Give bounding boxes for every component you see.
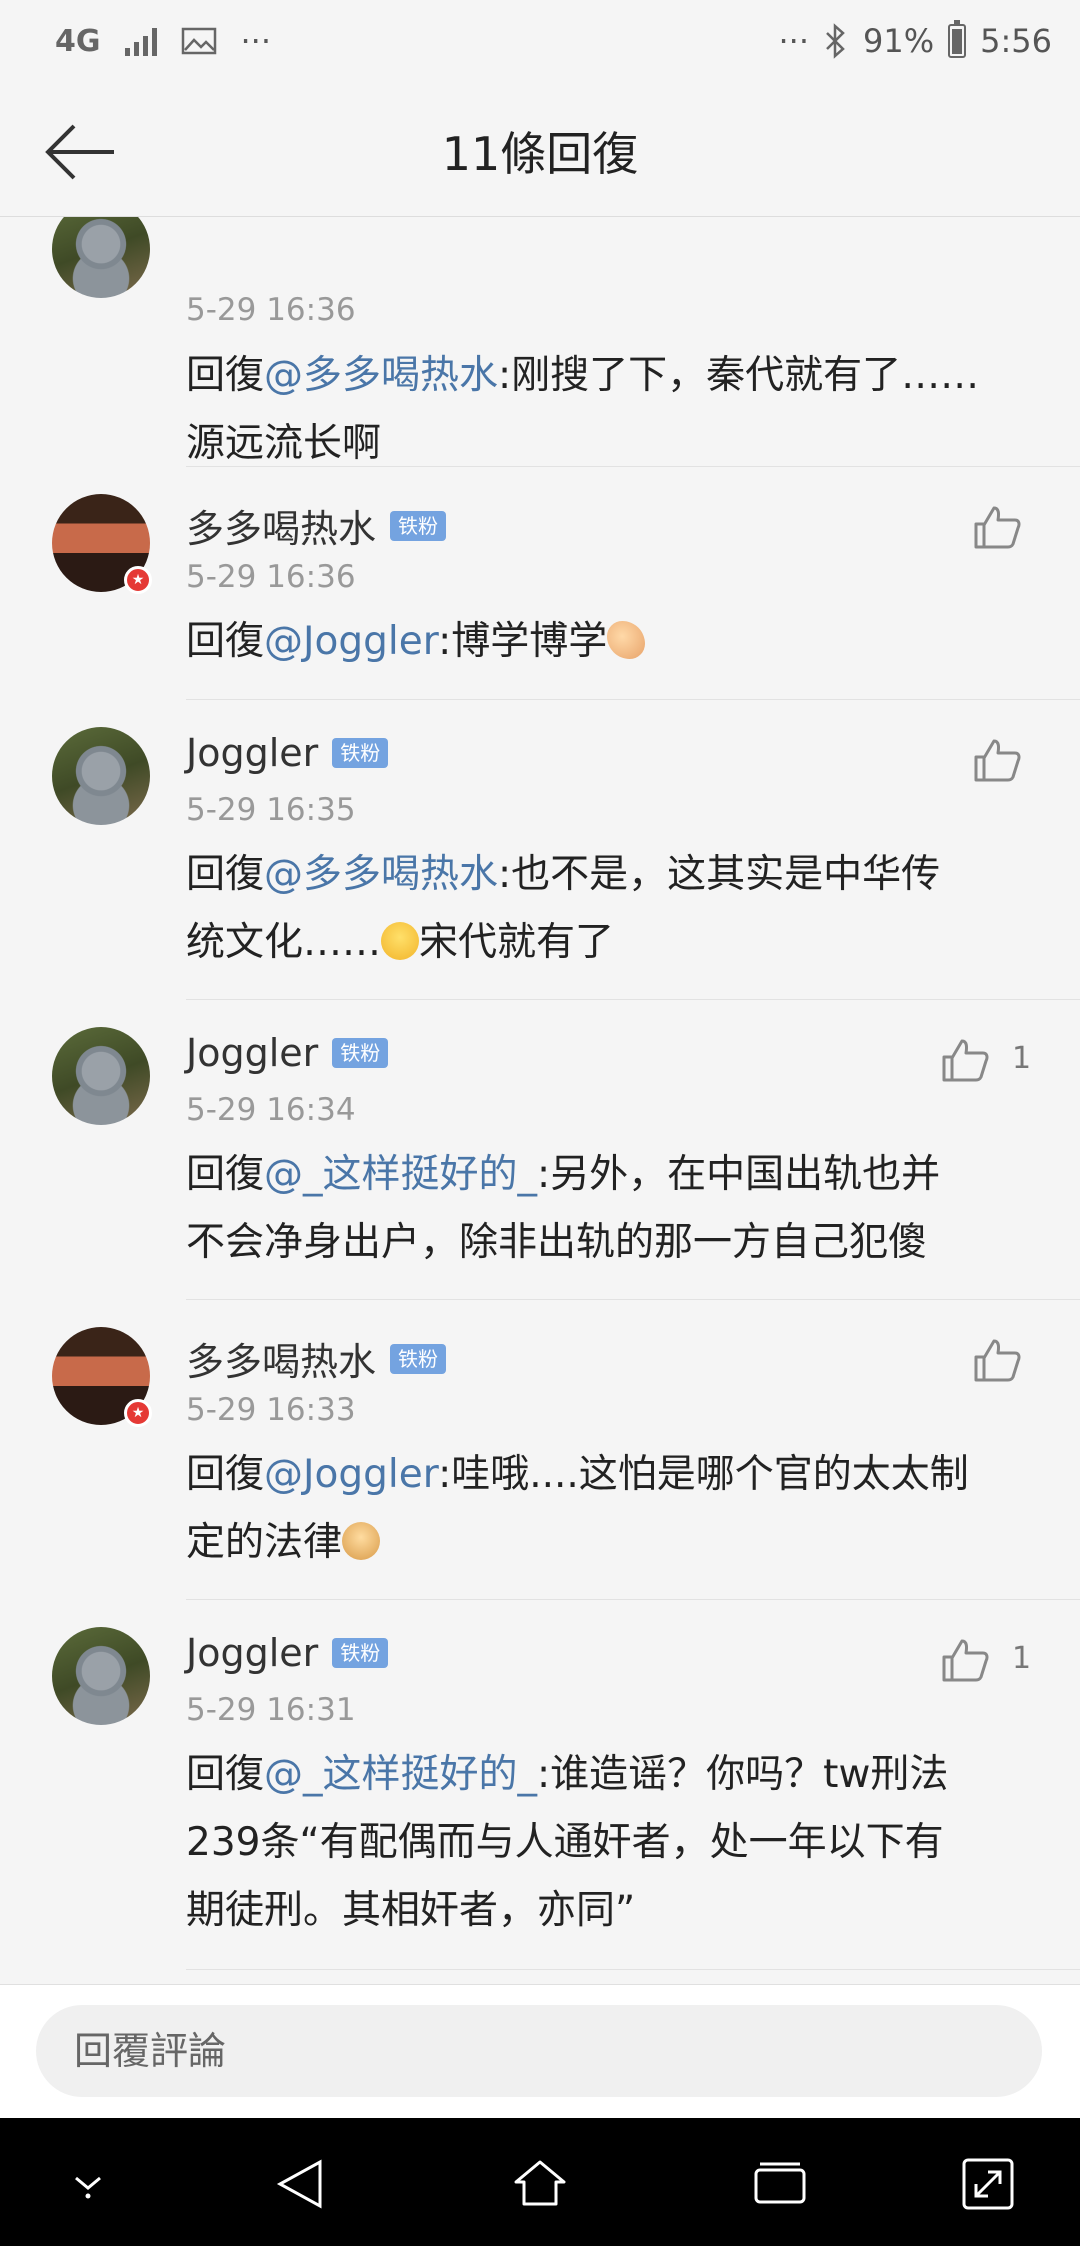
- list-item: ★ 多多喝热水 铁粉 5-29 16:36 回復@Joggler:博学博学: [0, 466, 1080, 700]
- battery-icon: [948, 20, 967, 58]
- doge-emoji-icon: [342, 1522, 381, 1560]
- comment-time: 5-29 16:36: [186, 292, 356, 328]
- list-item: Joggler 铁粉 5-29 16:35 回復@多多喝热水:也不是，这其实是中…: [0, 699, 1080, 1000]
- status-bar: 4G ··· ··· 91% 5:56: [0, 0, 1080, 90]
- reply-list[interactable]: 5-29 16:36 回復@多多喝热水:刚搜了下，秦代就有了…… 源远流长啊 ★…: [0, 216, 1080, 1984]
- comment-author-row: Joggler 铁粉: [186, 1631, 389, 1675]
- signal-icon: [124, 26, 157, 56]
- mention-link[interactable]: @_这样挺好的_: [264, 1152, 537, 1197]
- comment-body-cont: 期徒刑。其相奸者，亦同”: [186, 1888, 636, 1933]
- back-triangle-icon[interactable]: [270, 2154, 330, 2214]
- comment-author[interactable]: Joggler: [186, 1631, 318, 1675]
- comment-body-cont: 统文化……: [186, 920, 382, 965]
- list-item: 5-29 16:36 回復@多多喝热水:刚搜了下，秦代就有了…… 源远流长啊: [0, 216, 1080, 467]
- fan-badge: 铁粉: [332, 1038, 389, 1068]
- mention-link[interactable]: @_这样挺好的_: [264, 1752, 537, 1797]
- mention-link[interactable]: @多多喝热水: [264, 353, 498, 398]
- reply-bar: 回覆評論: [0, 1984, 1080, 2119]
- reply-prefix: 回復: [186, 1752, 265, 1797]
- recents-icon[interactable]: [750, 2154, 810, 2214]
- fan-badge: 铁粉: [390, 510, 447, 541]
- like-count: 1: [1012, 1041, 1032, 1076]
- comment-body-cont: 不会净身出户，除非出轨的那一方自己犯傻: [186, 1220, 928, 1265]
- thumbs-up-icon[interactable]: [972, 504, 1022, 550]
- thumbs-up-icon[interactable]: [940, 1637, 990, 1683]
- comment-author-row: 多多喝热水 铁粉: [186, 498, 447, 553]
- comment-body: :谁造谣？你吗？tw刑法: [537, 1752, 949, 1797]
- avatar[interactable]: [52, 1027, 150, 1125]
- clock: 5:56: [980, 22, 1052, 60]
- home-icon[interactable]: [510, 2154, 570, 2214]
- avatar[interactable]: [52, 727, 150, 825]
- mention-link[interactable]: @Joggler: [264, 1452, 438, 1497]
- avatar[interactable]: ★: [52, 1327, 152, 1427]
- avatar[interactable]: [52, 216, 150, 298]
- comment-body-cont: 宋代就有了: [419, 920, 615, 965]
- divider: [186, 1969, 1080, 1970]
- comment-time: 5-29 16:34: [186, 1092, 356, 1128]
- reply-prefix: 回復: [186, 852, 265, 897]
- list-item: ★ 多多喝热水 铁粉 5-29 16:33 回復@Joggler:哇哦....这…: [0, 1299, 1080, 1600]
- mention-link[interactable]: @Joggler: [264, 619, 438, 664]
- thumbs-up-icon[interactable]: [972, 1337, 1022, 1383]
- comment-time: 5-29 16:33: [186, 1392, 356, 1428]
- comment-author[interactable]: 多多喝热水: [186, 1331, 376, 1386]
- clap-emoji-icon: [607, 621, 646, 659]
- fan-badge: 铁粉: [332, 1638, 389, 1668]
- verified-badge-icon: ★: [124, 1399, 152, 1427]
- comment-author[interactable]: 多多喝热水: [186, 498, 376, 553]
- battery-percent: 91%: [863, 22, 935, 60]
- reply-prefix: 回復: [186, 1152, 265, 1197]
- fan-badge: 铁粉: [390, 1343, 447, 1374]
- bluetooth-icon: [826, 23, 845, 59]
- comment-body-cont: 定的法律: [186, 1520, 343, 1565]
- reply-prefix: 回復: [186, 353, 265, 398]
- avatar[interactable]: [52, 1627, 150, 1725]
- thumbs-up-icon[interactable]: [972, 737, 1022, 783]
- comment-body-cont: 源远流长啊: [186, 421, 382, 466]
- list-item: Joggler 铁粉 1 5-29 16:34 回復@_这样挺好的_:另外，在中…: [0, 999, 1080, 1300]
- comment-author-row: Joggler 铁粉: [186, 731, 389, 775]
- comment-body: :刚搜了下，秦代就有了……: [498, 353, 980, 398]
- comment-body: :也不是，这其实是中华传: [498, 852, 941, 897]
- comment-time: 5-29 16:31: [186, 1692, 356, 1728]
- verified-badge-icon: ★: [124, 566, 152, 594]
- reply-prefix: 回復: [186, 1452, 265, 1497]
- comment-text: 回復@多多喝热水:也不是，这其实是中华传 统文化…… 宋代就有了: [186, 841, 1016, 977]
- network-type: 4G: [55, 23, 101, 59]
- more-status-icon: ···: [778, 22, 810, 60]
- comment-body: :博学博学: [438, 619, 608, 664]
- comment-author-row: 多多喝热水 铁粉: [186, 1331, 447, 1386]
- expand-icon[interactable]: [958, 2154, 1018, 2214]
- comment-author[interactable]: Joggler: [186, 1031, 318, 1075]
- top-app-bar: 11條回復: [0, 90, 1080, 217]
- system-nav-bar: [0, 2118, 1080, 2246]
- more-notifications-icon: ···: [240, 22, 272, 60]
- comment-body: :另外，在中国出轨也并: [537, 1152, 941, 1197]
- comment-author[interactable]: Joggler: [186, 731, 318, 775]
- comment-text: 回復@Joggler:博学博学: [186, 608, 1016, 676]
- comment-text: 回復@Joggler:哇哦....这怕是哪个官的太太制 定的法律: [186, 1441, 1016, 1577]
- grin-emoji-icon: [381, 922, 420, 960]
- mention-link[interactable]: @多多喝热水: [264, 852, 498, 897]
- avatar[interactable]: ★: [52, 494, 152, 594]
- comment-time: 5-29 16:35: [186, 792, 356, 828]
- comment-text: 回復@_这样挺好的_:另外，在中国出轨也并 不会净身出户，除非出轨的那一方自己犯…: [186, 1141, 1016, 1277]
- reply-input[interactable]: 回覆評論: [36, 2005, 1042, 2097]
- like-count: 1: [1012, 1641, 1032, 1676]
- list-item: Joggler 铁粉 1 5-29 16:31 回復@_这样挺好的_:谁造谣？你…: [0, 1599, 1080, 1970]
- comment-text: 回復@_这样挺好的_:谁造谣？你吗？tw刑法 239条“有配偶而与人通奸者，处一…: [186, 1741, 1016, 1945]
- reply-prefix: 回復: [186, 619, 265, 664]
- comment-body-cont: 239条“有配偶而与人通奸者，处一年以下有: [186, 1820, 944, 1865]
- image-icon: [181, 27, 216, 55]
- comment-author-row: Joggler 铁粉: [186, 1031, 389, 1075]
- comment-time: 5-29 16:36: [186, 559, 356, 595]
- comment-body: :哇哦....这怕是哪个官的太太制: [438, 1452, 969, 1497]
- thumbs-up-icon[interactable]: [940, 1037, 990, 1083]
- page-title: 11條回復: [441, 127, 639, 181]
- fan-badge: 铁粉: [332, 738, 389, 768]
- comment-text: 回復@多多喝热水:刚搜了下，秦代就有了…… 源远流长啊: [186, 342, 1016, 478]
- chevron-down-icon[interactable]: [58, 2154, 118, 2214]
